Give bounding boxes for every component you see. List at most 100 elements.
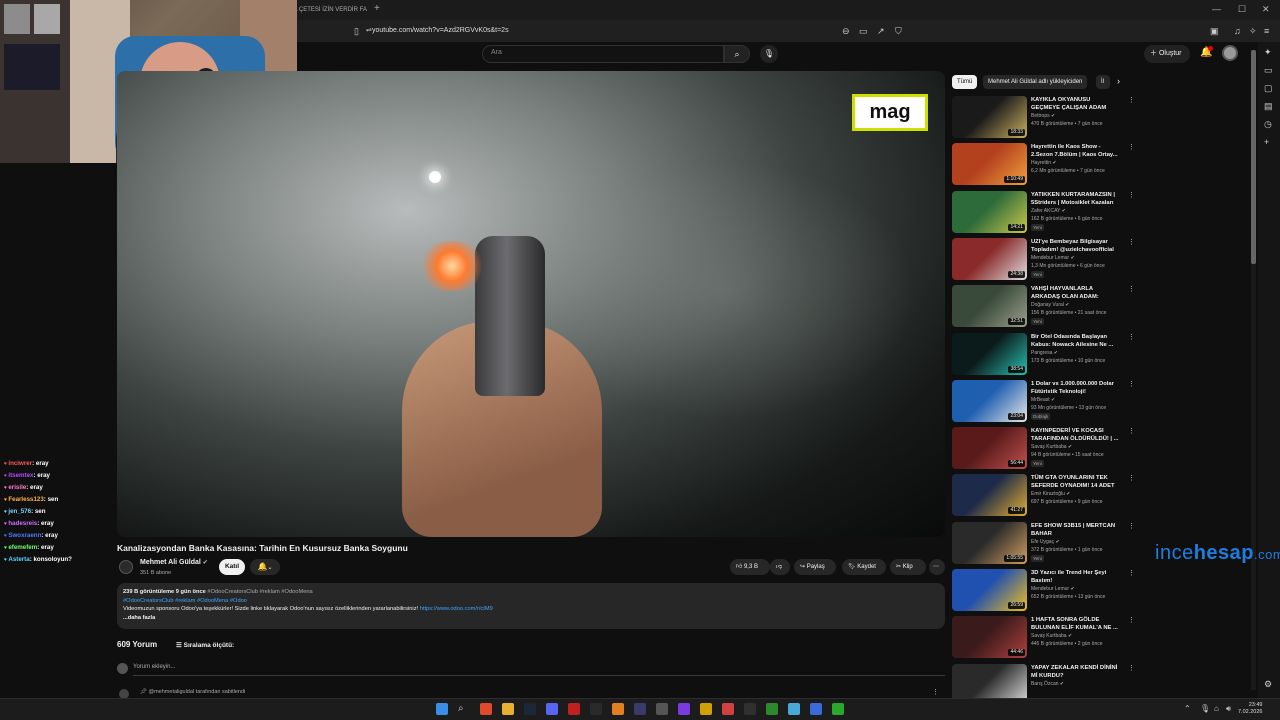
description-box[interactable]: 239 B görüntüleme 9 gün önce #OdooCreato… [117, 583, 945, 629]
browser-tab[interactable]: YA ÇETESİ İZİN VERDİR FA [290, 3, 368, 18]
rec-channel[interactable]: Savaş Kurtbaba ✔ [1031, 444, 1072, 450]
app-icon[interactable] [832, 703, 844, 715]
app-icon[interactable] [590, 703, 602, 715]
zoom-icon[interactable]: ⊖ [842, 25, 850, 37]
rec-title[interactable]: YAPAY ZEKALAR KENDİ DİNİNİ Mİ KURDU? [1031, 664, 1119, 680]
app-icon[interactable] [700, 703, 712, 715]
recommended-video[interactable]: 41:27 TÜM GTA OYUNLARINI TEK SEFERDE OYNA… [952, 474, 1135, 520]
brave-icon[interactable] [480, 703, 492, 715]
rec-menu-icon[interactable]: ⋮ [1128, 522, 1135, 530]
video-thumbnail[interactable]: 18:33 [952, 96, 1027, 138]
obs-icon[interactable] [634, 703, 646, 715]
app-icon[interactable] [568, 703, 580, 715]
video-thumbnail[interactable]: 1:05:55 [952, 521, 1027, 564]
rec-channel[interactable]: Zafer AKCAY ✔ [1031, 208, 1066, 214]
chip-all[interactable]: Tümü [952, 75, 978, 89]
rec-title[interactable]: TÜM GTA OYUNLARINI TEK SEFERDE OYNADIM! … [1031, 474, 1119, 490]
music-icon[interactable]: ♫ [1234, 25, 1241, 37]
recommended-video[interactable]: 26:59 3D Yazıcı ile Trend Her Şeyi Bastım… [952, 569, 1135, 615]
screenshot-icon[interactable]: ▭ [859, 25, 868, 37]
channel-name[interactable]: Mehmet Ali Güldal ✔ [140, 559, 208, 566]
panel-history-icon[interactable]: ◷ [1264, 118, 1272, 130]
start-icon[interactable] [436, 703, 448, 715]
description-tag-line[interactable]: #OdooCreatorsClub #reklam #OdooMena #Odo… [123, 597, 939, 606]
app-icon[interactable] [656, 703, 668, 715]
app-icon[interactable] [810, 703, 822, 715]
chip-related[interactable]: İl [1096, 75, 1110, 89]
rec-channel[interactable]: Efe Uygaç ✔ [1031, 539, 1060, 545]
panel-chat-icon[interactable]: ▢ [1264, 82, 1273, 94]
rec-channel[interactable]: Doğanay Vural ✔ [1031, 302, 1069, 308]
panel-tool-icon[interactable]: ✦ [1264, 46, 1272, 58]
sidebar-icon[interactable]: ▣ [1210, 25, 1219, 37]
chevron-up-icon[interactable]: ⌃ [1184, 703, 1191, 715]
share-button[interactable]: ↪ Paylaş [794, 559, 836, 575]
site-info-icon[interactable]: ⇌ [366, 25, 372, 37]
rec-menu-icon[interactable]: ⋮ [1128, 569, 1135, 577]
rec-title[interactable]: Hayrettin ile Kaos Show - 2.Sezon 7.Bölü… [1031, 143, 1119, 159]
maximize-icon[interactable]: ☐ [1238, 4, 1246, 15]
video-thumbnail[interactable]: 41:27 [952, 474, 1027, 517]
minimize-icon[interactable]: — [1212, 4, 1221, 14]
rec-title[interactable]: 3D Yazıcı ile Trend Her Şeyi Bastım! [1031, 569, 1119, 585]
more-actions-button[interactable]: ⋯ [929, 559, 945, 575]
panel-notes-icon[interactable]: ▤ [1264, 100, 1273, 112]
panel-add-icon[interactable]: + [1264, 136, 1269, 148]
rec-title[interactable]: KAYIKLA OKYANUSU GEÇMEYE ÇALIŞAN ADAM [1031, 96, 1119, 112]
rec-title[interactable]: 1 HAFTA SONRA GÖLDE BULUNAN ELİF KUMAL'A… [1031, 616, 1119, 632]
search-button[interactable]: ⌕ [724, 45, 750, 63]
mic-icon[interactable]: 🎙 [760, 45, 778, 63]
new-tab-button[interactable]: + [374, 3, 380, 14]
join-button[interactable]: Katıl [219, 559, 245, 575]
recommended-video[interactable]: 14:21 YATIKKEN KURTARAMAZSIN | 5Striders … [952, 190, 1135, 237]
rec-menu-icon[interactable]: ⋮ [1128, 143, 1135, 151]
video-thumbnail[interactable]: 32:51 [952, 285, 1027, 328]
recommended-video[interactable]: 1:05:55 EFE SHOW S3B15 | MERTCAN BAHAR Efe… [952, 521, 1135, 568]
recommended-video[interactable]: 1:10:49 Hayrettin ile Kaos Show - 2.Sezon… [952, 143, 1135, 189]
scrollbar-thumb[interactable] [1251, 50, 1256, 264]
page-scrollbar[interactable] [1251, 50, 1256, 690]
recommended-video[interactable]: 56:44 KAYINPEDERİ VE KOCASI TARAFINDAN ÖL… [952, 427, 1135, 473]
panel-settings-icon[interactable]: ⚙ [1264, 678, 1272, 690]
rec-channel[interactable]: Hayrettin ✔ [1031, 160, 1057, 166]
rec-menu-icon[interactable]: ⋮ [1128, 333, 1135, 341]
rec-title[interactable]: KAYINPEDERİ VE KOCASI TARAFINDAN ÖLDÜRÜL… [1031, 427, 1119, 443]
rec-channel[interactable]: Savaş Kurtbaba ✔ [1031, 633, 1072, 639]
rec-channel[interactable]: Bettrops ✔ [1031, 113, 1055, 119]
rec-title[interactable]: 1 Dolar vs 1.000.000.000 Dolar Fütüristi… [1031, 380, 1119, 396]
app-icon[interactable] [766, 703, 778, 715]
shield-icon[interactable]: ⛉ [895, 25, 902, 37]
bookmark-icon[interactable]: ▯ [354, 25, 359, 37]
app-icon[interactable] [612, 703, 624, 715]
rec-menu-icon[interactable]: ⋮ [1128, 96, 1135, 104]
url-field[interactable]: youtube.com/watch?v=Azd2RGVvK0s&t=2s [372, 25, 842, 37]
avatar[interactable] [1222, 45, 1238, 61]
sort-comments-button[interactable]: ☰ Sıralama ölçütü: [176, 641, 234, 649]
steam-icon[interactable] [524, 703, 536, 715]
rec-title[interactable]: UZI'ye Bembeyaz Bilgisayar Topladım! @uz… [1031, 238, 1119, 254]
rec-channel[interactable]: Pangresa ✔ [1031, 350, 1058, 356]
rec-menu-icon[interactable]: ⋮ [1128, 427, 1135, 435]
show-more-link[interactable]: ...daha fazla [123, 614, 939, 623]
extensions-icon[interactable]: ✧ [1249, 25, 1257, 37]
recommended-video[interactable]: 44:46 1 HAFTA SONRA GÖLDE BULUNAN ELİF KU… [952, 616, 1135, 662]
video-thumbnail[interactable]: 1:10:49 [952, 143, 1027, 186]
clip-button[interactable]: ✂ Klip [890, 559, 926, 575]
dislike-button[interactable]: 👎︎ [770, 559, 790, 575]
video-thumbnail[interactable]: 44:46 [952, 616, 1027, 659]
video-thumbnail[interactable]: 14:21 [952, 190, 1027, 233]
search-input[interactable]: Ara [482, 45, 724, 63]
share-icon[interactable]: ↗ [877, 25, 885, 37]
menu-icon[interactable]: ≡ [1264, 25, 1269, 37]
rec-menu-icon[interactable]: ⋮ [1128, 238, 1135, 246]
video-thumbnail[interactable]: 23:04 [952, 379, 1027, 422]
mic-icon[interactable]: 🎙 [1200, 703, 1210, 715]
sponsor-link[interactable]: https://www.odoo.com/r/ctM9 [420, 606, 493, 612]
recommended-video[interactable]: 32:51 VAHŞİ HAYVANLARLA ARKADAŞ OLAN ADAM… [952, 285, 1135, 331]
folder-icon[interactable] [502, 703, 514, 715]
channel-avatar[interactable] [119, 560, 133, 574]
rec-channel[interactable]: Mendebur Lemur ✔ [1031, 255, 1075, 261]
chatgpt-icon[interactable] [744, 703, 756, 715]
save-button[interactable]: 🔖︎ Kaydet [842, 559, 886, 575]
rec-menu-icon[interactable]: ⋮ [1128, 474, 1135, 482]
